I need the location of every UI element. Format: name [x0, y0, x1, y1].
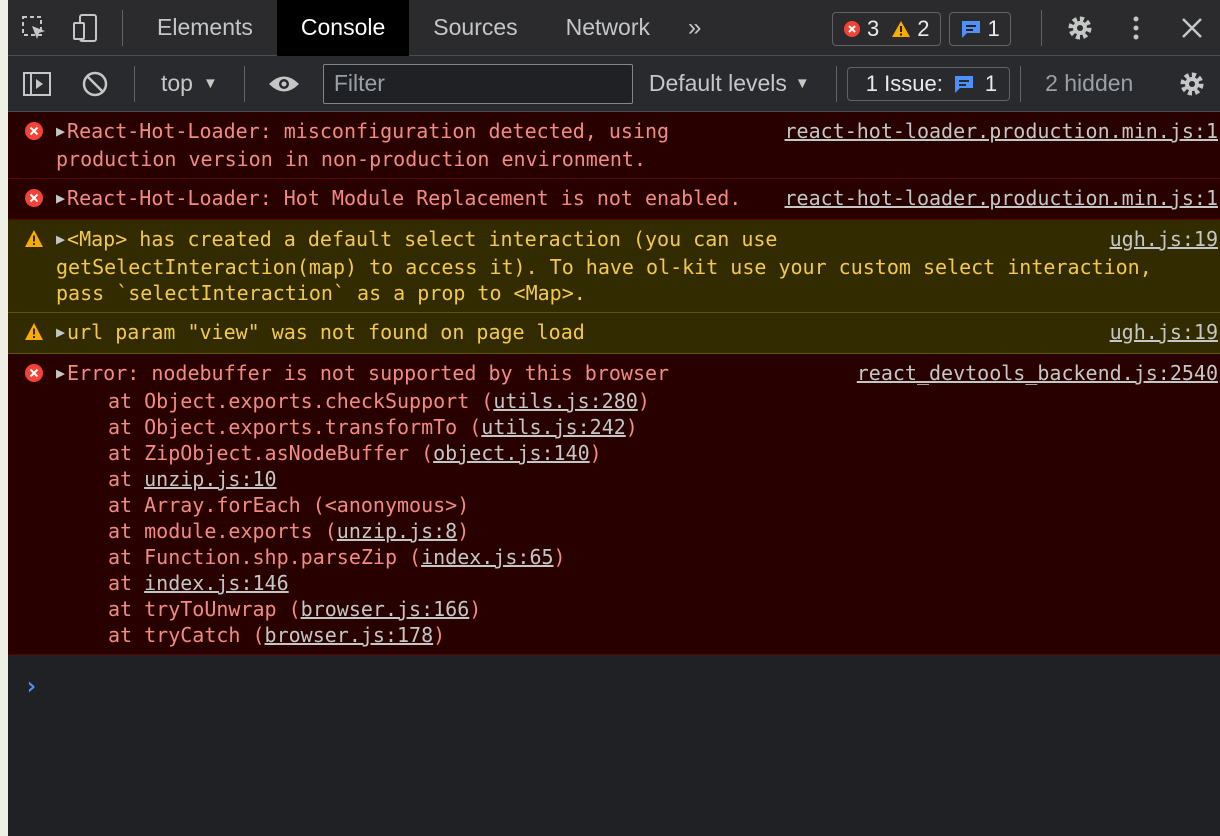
stack-frame: at Function.shp.parseZip (index.js:65)	[108, 545, 566, 569]
warning-count: 2	[917, 16, 930, 41]
console-messages: react-hot-loader.production.min.js:1 ▶ Re…	[8, 112, 1220, 655]
message-text: React-Hot-Loader: misconfiguration detec…	[56, 119, 682, 171]
source-link[interactable]: react-hot-loader.production.min.js:1	[785, 118, 1218, 144]
console-settings-gear-icon[interactable]	[1164, 56, 1220, 112]
issues-button[interactable]: 1 Issue: 1	[846, 66, 1011, 101]
devtools-tabbar: Elements Console Sources Network » 3 2 1	[8, 0, 1220, 56]
tab-elements[interactable]: Elements	[133, 0, 277, 56]
source-link[interactable]: ugh.js:19	[1110, 319, 1218, 345]
tab-sources[interactable]: Sources	[409, 0, 541, 56]
tab-console[interactable]: Console	[276, 0, 410, 56]
expand-triangle-icon[interactable]: ▶	[56, 122, 65, 140]
console-message-error[interactable]: react-hot-loader.production.min.js:1 ▶ Re…	[8, 179, 1220, 220]
error-count: 3	[867, 16, 880, 41]
stack-link[interactable]: unzip.js:8	[337, 519, 457, 543]
error-icon	[844, 21, 860, 37]
issues-count: 1	[984, 70, 998, 96]
message-icon	[954, 75, 973, 93]
tabbar-actions	[1031, 0, 1220, 56]
expand-triangle-icon[interactable]: ▶	[56, 230, 65, 248]
source-link[interactable]: ugh.js:19	[1110, 226, 1218, 252]
context-selector[interactable]: top ▼	[145, 70, 234, 97]
expand-triangle-icon[interactable]: ▶	[56, 364, 65, 382]
message-text: Error: nodebuffer is not supported by th…	[67, 361, 670, 385]
stack-link[interactable]: index.js:65	[421, 545, 553, 569]
expand-triangle-icon[interactable]: ▶	[56, 189, 65, 207]
warning-icon	[25, 230, 43, 247]
more-tabs-button[interactable]: »	[674, 14, 715, 42]
stack-link[interactable]: index.js:146	[144, 571, 289, 595]
clear-console-icon[interactable]	[66, 56, 124, 112]
log-levels-dropdown[interactable]: Default levels ▼	[633, 70, 826, 97]
stack-frame: at ZipObject.asNodeBuffer (object.js:140…	[108, 441, 602, 465]
error-icon	[25, 364, 43, 382]
stack-frame: at Array.forEach (<anonymous>)	[108, 493, 470, 517]
divider	[134, 65, 135, 102]
message-text: url param "view" was not found on page l…	[67, 320, 585, 344]
stack-frame: at unzip.js:10	[108, 467, 277, 491]
messages-counter[interactable]: 1	[948, 12, 1011, 46]
stack-frame: at tryCatch (browser.js:178)	[108, 623, 446, 647]
page-edge	[0, 0, 8, 836]
error-icon	[25, 122, 43, 140]
close-icon[interactable]	[1164, 0, 1220, 56]
chevron-down-icon: ▼	[202, 75, 218, 92]
stack-link[interactable]: object.js:140	[433, 441, 590, 465]
divider	[835, 65, 837, 102]
source-link[interactable]: react-hot-loader.production.min.js:1	[785, 185, 1218, 211]
message-count: 1	[987, 16, 1000, 41]
console-message-error[interactable]: react_devtools_backend.js:2540 ▶ Error: n…	[8, 354, 1220, 655]
stack-link[interactable]: browser.js:166	[301, 597, 470, 621]
hidden-messages-count: 2 hidden	[1045, 70, 1134, 96]
filter-input[interactable]	[322, 63, 633, 104]
console-prompt-input[interactable]: ›	[24, 672, 38, 700]
error-warning-counter[interactable]: 3 2	[832, 12, 941, 46]
stack-frame: at Object.exports.transformTo (utils.js:…	[108, 415, 638, 439]
divider	[122, 9, 123, 46]
console-toolbar: top ▼ Default levels ▼ 1 Issue: 1 2 hidd…	[8, 56, 1220, 112]
source-link[interactable]: react_devtools_backend.js:2540	[857, 360, 1218, 386]
error-icon	[25, 189, 43, 207]
stack-link[interactable]: utils.js:280	[493, 389, 638, 413]
divider	[1041, 10, 1042, 46]
expand-triangle-icon[interactable]: ▶	[56, 323, 65, 341]
stack-link[interactable]: utils.js:242	[481, 415, 626, 439]
inspect-element-icon[interactable]	[8, 0, 60, 56]
log-levels-label: Default levels	[648, 70, 787, 96]
console-message-warning[interactable]: ugh.js:19 ▶ url param "view" was not foun…	[8, 313, 1220, 354]
issues-label: 1 Issue:	[865, 70, 943, 96]
stack-link[interactable]: browser.js:178	[265, 623, 434, 647]
message-text: React-Hot-Loader: Hot Module Replacement…	[67, 186, 742, 210]
message-text: <Map> has created a default select inter…	[56, 227, 1164, 305]
devtools-panel: Elements Console Sources Network » 3 2 1	[8, 0, 1220, 836]
live-expression-eye-icon[interactable]	[255, 56, 313, 112]
message-counters: 3 2 1	[832, 12, 1011, 46]
message-icon	[961, 21, 980, 38]
chevron-down-icon: ▼	[794, 75, 810, 92]
context-value: top	[161, 70, 193, 96]
device-toolbar-icon[interactable]	[60, 0, 112, 56]
console-message-error[interactable]: react-hot-loader.production.min.js:1 ▶ Re…	[8, 112, 1220, 179]
stack-frame: at module.exports (unzip.js:8)	[108, 519, 470, 543]
stack-frame: at tryToUnwrap (browser.js:166)	[108, 597, 482, 621]
more-options-icon[interactable]	[1108, 0, 1164, 56]
stack-frame: at index.js:146	[108, 571, 289, 595]
divider	[1020, 65, 1022, 102]
console-message-warning[interactable]: ugh.js:19 ▶ <Map> has created a default s…	[8, 220, 1220, 313]
divider	[243, 65, 245, 102]
sidebar-toggle-icon[interactable]	[8, 56, 66, 112]
tab-network[interactable]: Network	[542, 0, 674, 56]
warning-icon	[892, 21, 911, 37]
stack-trace: at Object.exports.checkSupport (utils.js…	[56, 388, 1162, 648]
stack-link[interactable]: unzip.js:10	[144, 467, 276, 491]
warning-icon	[25, 323, 43, 340]
settings-gear-icon[interactable]	[1052, 0, 1108, 56]
stack-frame: at Object.exports.checkSupport (utils.js…	[108, 389, 650, 413]
